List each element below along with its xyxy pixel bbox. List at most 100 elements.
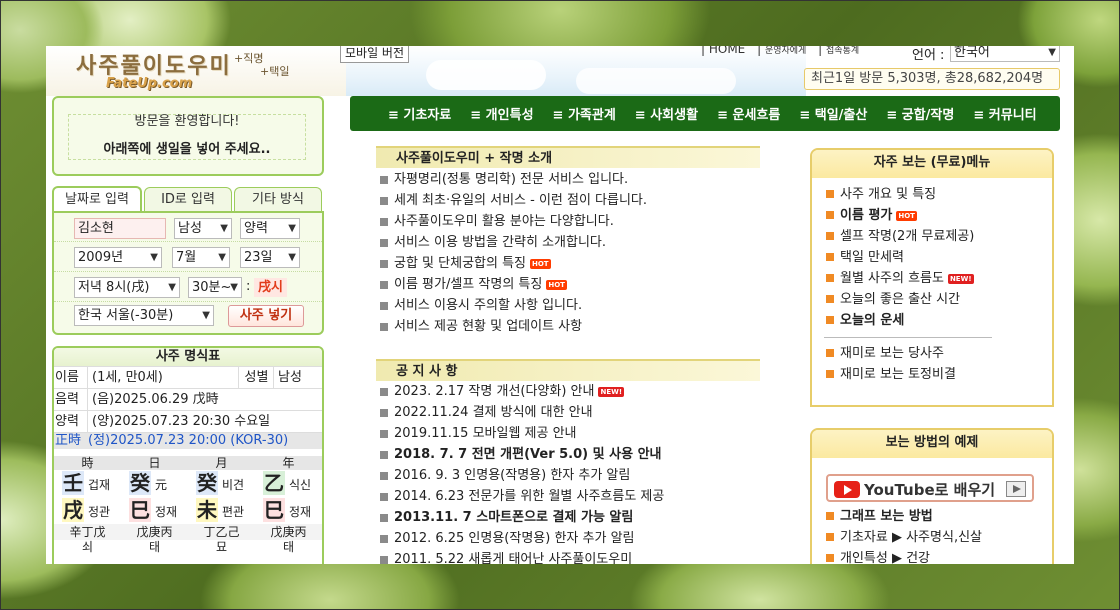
stem-char[interactable]: 壬 [62, 471, 84, 495]
region-select[interactable]: 한국 서울(-30분) ▼ [74, 305, 214, 326]
menu-item[interactable]: 사주 개요 및 특징 [824, 184, 1052, 205]
list-item[interactable]: 궁합 및 단체궁합의 특징 HOT [376, 253, 760, 274]
nav-match-naming[interactable]: ≡ 궁합/작명 [886, 104, 954, 123]
site-logo[interactable]: 사주풀이도우미 +직명 +택일 FateUp.com [46, 46, 346, 96]
month-select[interactable]: 7월 ▼ [172, 247, 230, 268]
chevron-down-icon: ▼ [288, 252, 296, 263]
stem-char[interactable]: 癸 [196, 471, 218, 495]
list-item[interactable]: 서비스 제공 현황 및 업데이트 사항 [376, 316, 760, 337]
list-item[interactable]: 이름 평가/셀프 작명의 특징 HOT [376, 274, 760, 295]
stem-label: 元 [155, 478, 168, 492]
tab-id-input[interactable]: ID로 입력 [144, 187, 232, 211]
day-select[interactable]: 23일 ▼ [240, 247, 300, 268]
minute-value: 30분~ [192, 280, 232, 295]
welcome-line1: 방문을 환영합니다! [134, 114, 240, 129]
mobile-version-button[interactable]: 모바일 버전 [340, 46, 410, 63]
jeongsi-key: 正時 [55, 433, 82, 448]
unseong-row: 쇠 태 묘 태 [54, 540, 322, 554]
year-select[interactable]: 2009년 ▼ [74, 247, 162, 268]
intro-list: 자평명리(정통 명리학) 전문 서비스 입니다. 세계 최초·유일의 서비스 -… [376, 169, 760, 337]
notice-item[interactable]: 2018. 7. 7 전면 개편(Ver 5.0) 및 사용 안내 [376, 444, 760, 465]
nav-social-life[interactable]: ≡ 사회생활 [635, 104, 698, 123]
notice-text: 2018. 7. 7 전면 개편(Ver 5.0) 및 사용 안내 [394, 447, 662, 462]
stem-char[interactable]: 癸 [129, 471, 151, 495]
menu-item-text: 월별 사주의 흐름도 [840, 271, 944, 286]
notice-item[interactable]: 2019.11.15 모바일웹 제공 안내 [376, 423, 760, 444]
branch-char[interactable]: 戌 [62, 498, 84, 522]
gender-select[interactable]: 남성 ▼ [174, 218, 232, 239]
hot-badge: HOT [896, 210, 917, 221]
youtube-learn-button[interactable]: YouTube로 배우기 [826, 474, 1034, 502]
menu-item-text: 재미로 보는 당사주 [840, 346, 944, 361]
stats-link[interactable]: 접속통계 [826, 46, 859, 56]
calendar-select[interactable]: 양력 ▼ [240, 218, 300, 239]
stem-char[interactable]: 乙 [263, 471, 285, 495]
nav-family[interactable]: ≡ 가족관계 [553, 104, 616, 123]
pillar-head-day: 日 [148, 456, 161, 470]
menu-item[interactable]: 재미로 보는 당사주 [824, 343, 1052, 364]
list-item[interactable]: 서비스 이용시 주의할 사항 입니다. [376, 295, 760, 316]
menu-item-text: 택일 만세력 [840, 250, 904, 265]
submit-saju-button[interactable]: 사주 넣기 [228, 305, 304, 327]
example-item[interactable]: 그래프 보는 방법 [824, 506, 982, 527]
branch-label: 정재 [155, 505, 178, 519]
notice-item[interactable]: 2014. 6.23 전문가를 위한 월별 사주흐름도 제공 [376, 486, 760, 507]
list-item[interactable]: 사주풀이도우미 활용 분야는 다양합니다. [376, 211, 760, 232]
branch-char[interactable]: 未 [196, 498, 218, 522]
notice-item[interactable]: 2011. 5.22 새롭게 태어난 사주풀이도우미 [376, 549, 760, 564]
nav-date-birth[interactable]: ≡ 택일/출산 [799, 104, 867, 123]
unseong-cell: 태 [148, 540, 161, 554]
hot-badge: HOT [546, 279, 567, 290]
list-item[interactable]: 자평명리(정통 명리학) 전문 서비스 입니다. [376, 169, 760, 190]
notice-item[interactable]: 2013.11. 7 스마트폰으로 결제 가능 알림 [376, 507, 760, 528]
list-item-text: 이름 평가/셀프 작명의 특징 [394, 277, 543, 292]
saju-chart-title: 사주 명식표 [54, 348, 322, 366]
tab-date-input[interactable]: 날짜로 입력 [52, 186, 142, 212]
new-badge: NEW! [947, 273, 974, 284]
contact-admin-link[interactable]: 운영자에게 [765, 46, 806, 56]
notice-item[interactable]: 2023. 2.17 작명 개선(다양화) 안내 NEW! [376, 381, 760, 402]
hot-badge: HOT [530, 258, 551, 269]
notice-item[interactable]: 2016. 9. 3 인명용(작명용) 한자 추가 알림 [376, 465, 760, 486]
list-item[interactable]: 서비스 이용 방법을 간략히 소개합니다. [376, 232, 760, 253]
year-value: 2009년 [78, 250, 124, 265]
chevron-down-icon: ▼ [230, 282, 238, 293]
notice-text: 2014. 6.23 전문가를 위한 월별 사주흐름도 제공 [394, 489, 665, 504]
chevron-down-icon: ▼ [168, 282, 176, 293]
nav-basic-data[interactable]: ≡ 기초자료 [388, 104, 451, 123]
language-select[interactable]: 한국어 ▼ [950, 46, 1060, 62]
branch-char[interactable]: 巳 [129, 498, 151, 522]
hour-select[interactable]: 저녁 8시(戌) ▼ [74, 277, 180, 298]
example-text: 개인특성 ▶ 건강 [840, 551, 931, 564]
menu-item[interactable]: 이름 평가 HOT [824, 205, 1052, 226]
menu-item-text: 오늘의 운세 [840, 313, 905, 328]
example-item[interactable]: 기초자료 ▶ 사주명식,신살 [824, 527, 982, 548]
notice-item[interactable]: 2022.11.24 결제 방식에 대한 안내 [376, 402, 760, 423]
branch-label: 편관 [222, 505, 245, 519]
list-item-text: 자평명리(정통 명리학) 전문 서비스 입니다. [394, 172, 629, 187]
menu-item[interactable]: 셀프 작명(2개 무료제공) [824, 226, 1052, 247]
language-label: 언어 : [912, 48, 945, 63]
example-item[interactable]: 개인특성 ▶ 건강 [824, 548, 982, 564]
nav-community[interactable]: ≡ 커뮤니티 [973, 104, 1036, 123]
nav-fortune-flow[interactable]: ≡ 운세흐름 [717, 104, 780, 123]
list-item[interactable]: 세계 최초·유일의 서비스 - 이런 점이 다릅니다. [376, 190, 760, 211]
notice-item[interactable]: 2012. 6.25 인명용(작명용) 한자 추가 알림 [376, 528, 760, 549]
menu-item[interactable]: 월별 사주의 흐름도 NEW! [824, 268, 1052, 289]
menu-item[interactable]: 오늘의 좋은 출산 시간 [824, 289, 1052, 310]
chevron-down-icon: ▼ [218, 252, 226, 263]
minute-select[interactable]: 30분~ ▼ [188, 277, 242, 298]
branch-char[interactable]: 巳 [263, 498, 285, 522]
calendar-value: 양력 [244, 221, 268, 236]
home-link[interactable]: HOME [709, 46, 745, 56]
menu-item[interactable]: 택일 만세력 [824, 247, 1052, 268]
menu-item-text: 셀프 작명(2개 무료제공) [840, 229, 975, 244]
page: 사주풀이도우미 +직명 +택일 FateUp.com 모바일 버전 | HOME… [46, 46, 1074, 564]
name-input[interactable]: 김소현 [74, 218, 166, 239]
menu-item[interactable]: 재미로 보는 토정비결 [824, 364, 1052, 385]
youtube-icon [834, 481, 860, 498]
tab-other-input[interactable]: 기타 방식 [234, 187, 322, 211]
nav-personal-traits[interactable]: ≡ 개인특성 [470, 104, 533, 123]
frequent-menu-box: 자주 보는 (무료)메뉴 사주 개요 및 특징 이름 평가 HOT 셀프 작명(2… [810, 148, 1054, 407]
menu-item[interactable]: 오늘의 운세 [824, 310, 1052, 331]
